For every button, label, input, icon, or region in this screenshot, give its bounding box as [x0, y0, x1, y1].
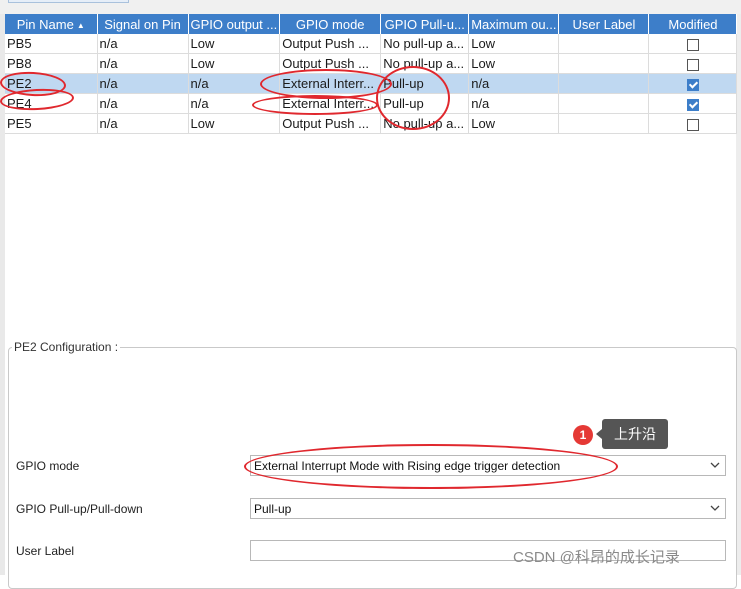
modified-cell: [648, 113, 738, 134]
signal-cell: n/a: [97, 73, 189, 94]
column-header[interactable]: Pin Name ▲: [5, 14, 98, 34]
chevron-down-icon: [710, 462, 720, 468]
gpio-mode-cell: Output Push ...: [279, 34, 382, 54]
modified-cell: [648, 34, 738, 54]
user-label-cell: [558, 53, 650, 74]
column-header[interactable]: GPIO mode: [279, 14, 382, 34]
modified-cell: [648, 93, 738, 114]
modified-checkbox[interactable]: [686, 78, 699, 91]
max-speed-cell: Low: [468, 113, 560, 134]
gpio-mode-cell: External Interr...: [279, 93, 382, 114]
table-row-selected[interactable]: PE2 n/a n/a External Interr... Pull-up n…: [5, 73, 738, 94]
modified-cell: [648, 73, 738, 94]
pull-cell: No pull-up a...: [380, 34, 470, 54]
pull-select[interactable]: Pull-up: [250, 498, 726, 519]
column-header[interactable]: User Label: [558, 14, 650, 34]
output-level-cell: Low: [188, 34, 281, 54]
signal-cell: n/a: [97, 34, 189, 54]
modified-cell: [648, 53, 738, 74]
column-header[interactable]: Modified: [648, 14, 738, 34]
output-level-cell: Low: [188, 113, 281, 134]
column-header[interactable]: GPIO Pull-u...: [380, 14, 470, 34]
gpio-mode-cell: External Interr...: [279, 73, 382, 94]
pull-value: Pull-up: [254, 502, 292, 516]
table-header-row: Pin Name ▲ Signal on Pin GPIO output ... …: [5, 14, 738, 34]
user-label-cell: [558, 113, 650, 134]
pin-name-cell: PE4: [5, 93, 98, 114]
chevron-down-icon: [710, 505, 720, 511]
output-level-cell: n/a: [188, 73, 281, 94]
pull-cell: No pull-up a...: [380, 53, 470, 74]
pull-cell: No pull-up a...: [380, 113, 470, 134]
column-header[interactable]: Signal on Pin: [97, 14, 189, 34]
user-label-cell: [558, 34, 650, 54]
gpio-mode-value: External Interrupt Mode with Rising edge…: [254, 459, 561, 473]
modified-checkbox[interactable]: [686, 118, 699, 131]
max-speed-cell: Low: [468, 34, 560, 54]
max-speed-cell: n/a: [468, 93, 560, 114]
pin-name-cell: PB8: [5, 53, 98, 74]
table-row[interactable]: PB5 n/a Low Output Push ... No pull-up a…: [5, 34, 738, 54]
pin-table: Pin Name ▲ Signal on Pin GPIO output ... …: [5, 14, 738, 134]
gpio-mode-cell: Output Push ...: [279, 113, 382, 134]
signal-cell: n/a: [97, 53, 189, 74]
modified-checkbox[interactable]: [686, 38, 699, 51]
top-toolbar-strip: [0, 0, 741, 14]
gpio-mode-cell: Output Push ...: [279, 53, 382, 74]
pin-name-cell: PE5: [5, 113, 98, 134]
pin-name-cell: PE2: [5, 73, 98, 94]
output-level-cell: n/a: [188, 93, 281, 114]
gpio-mode-select[interactable]: External Interrupt Mode with Rising edge…: [250, 455, 726, 476]
user-label-cell: [558, 73, 650, 94]
table-row[interactable]: PE4 n/a n/a External Interr... Pull-up n…: [5, 93, 738, 114]
column-header[interactable]: Maximum ou...: [468, 14, 560, 34]
table-row[interactable]: PE5 n/a Low Output Push ... No pull-up a…: [5, 113, 738, 134]
annotation-tooltip: 上升沿: [596, 419, 668, 449]
signal-cell: n/a: [97, 113, 189, 134]
toolbar-tab[interactable]: [8, 0, 129, 3]
pull-cell: Pull-up: [380, 93, 470, 114]
sort-asc-icon: ▲: [76, 20, 85, 30]
pin-name-cell: PB5: [5, 34, 98, 54]
gpio-mode-label: GPIO mode: [16, 459, 80, 473]
output-level-cell: Low: [188, 53, 281, 74]
configuration-title: PE2 Configuration :: [12, 340, 121, 354]
pull-cell: Pull-up: [380, 73, 470, 94]
max-speed-cell: Low: [468, 53, 560, 74]
user-label-label: User Label: [16, 544, 75, 558]
watermark: CSDN @科昂的成长记录: [513, 549, 680, 566]
pull-label: GPIO Pull-up/Pull-down: [16, 502, 143, 516]
signal-cell: n/a: [97, 93, 189, 114]
user-label-cell: [558, 93, 650, 114]
modified-checkbox[interactable]: [686, 98, 699, 111]
table-row[interactable]: PB8 n/a Low Output Push ... No pull-up a…: [5, 53, 738, 74]
max-speed-cell: n/a: [468, 73, 560, 94]
column-header[interactable]: GPIO output ...: [188, 14, 281, 34]
modified-checkbox[interactable]: [686, 58, 699, 71]
annotation-badge: 1: [573, 425, 593, 445]
